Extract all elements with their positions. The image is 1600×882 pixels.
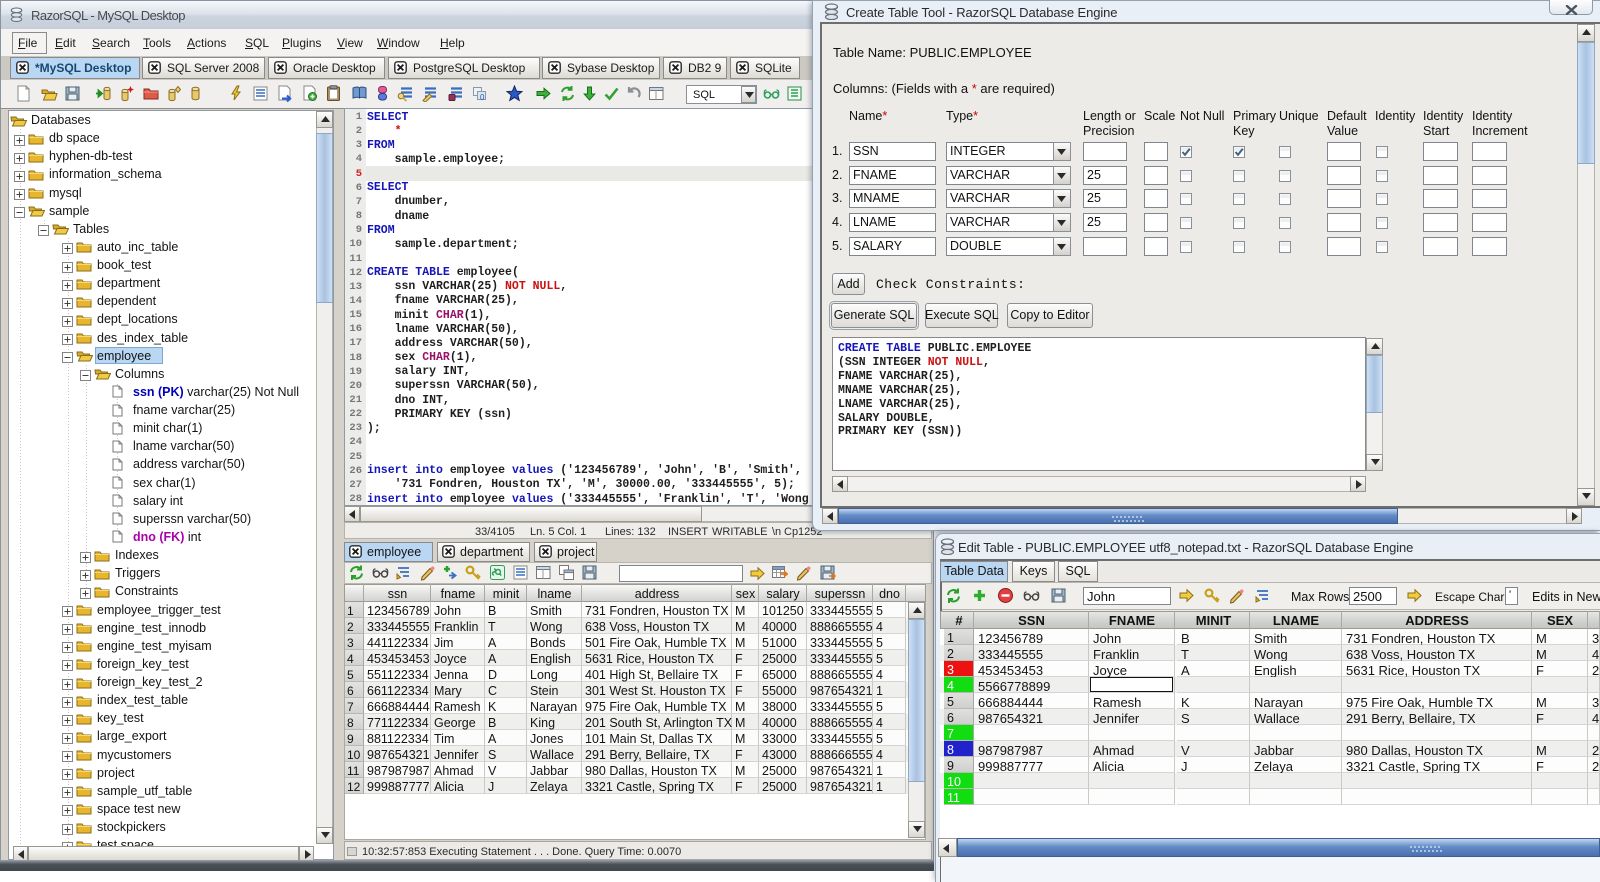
- svg-text:0: 0: [480, 93, 485, 102]
